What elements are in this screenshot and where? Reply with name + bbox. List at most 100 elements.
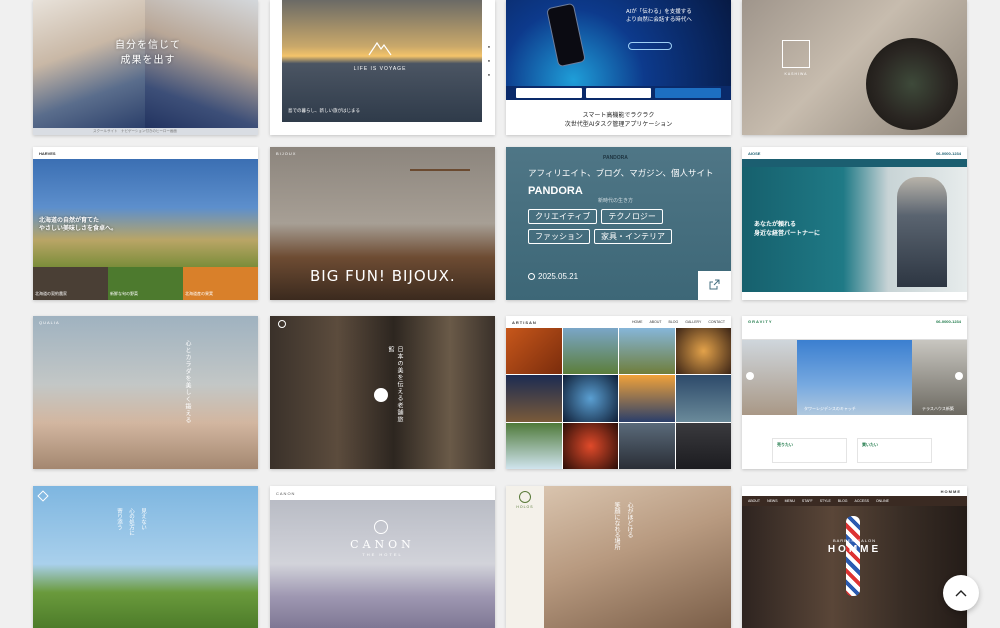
template-card-bijoux[interactable]: BIJOUX BIG FUN! BIJOUX. [270, 147, 495, 300]
template-card-aiose[interactable]: AIOSE 06-0000-1234 あなたが頼れる 身近な経営パートナーに [742, 147, 967, 300]
gallery-tile[interactable] [562, 422, 618, 469]
gallery-tile[interactable] [562, 328, 618, 375]
vertical-line-1: 見えない [140, 508, 146, 530]
gallery-tile[interactable] [506, 375, 562, 422]
brand-logo: QUALIA [39, 320, 60, 325]
ai-subline-1: スマート高機能でラクラク [582, 113, 655, 119]
brand-logo: HOMME [940, 488, 961, 494]
barber-pole-icon [846, 516, 860, 596]
category-line: アフィリエイト、ブログ、マガジン、個人サイト [528, 168, 714, 178]
logo-line-1: BARBER SALON [832, 538, 877, 543]
site-nav: ARTISAN HOME ABOUT BLOG GALLERY CONTACT [506, 316, 731, 328]
logo-subtext: THE HOTEL [362, 552, 403, 557]
template-card-island[interactable]: LIFE IS VOYAGE 島での暮らし、新しい旅がはじまる ● ● ● [270, 0, 495, 135]
template-card-restaurant[interactable]: KASHIWA [742, 0, 967, 135]
logo-text: CANON [350, 538, 415, 551]
farmer-photo [33, 159, 258, 267]
tag-technology[interactable]: テクノロジー [601, 209, 663, 224]
nav-gallery[interactable]: GALLERY [685, 320, 701, 324]
template-card-qualia[interactable]: QUALIA 心とカラダを美しく鍛える [33, 316, 258, 469]
fitness-photo [33, 316, 258, 469]
nav-blog[interactable]: BLOG [669, 320, 679, 324]
site-subtitle: 新時代の生き方 [598, 198, 634, 204]
clock-icon [528, 273, 535, 280]
gallery-tile[interactable] [619, 375, 675, 422]
nav-home[interactable]: HOME [632, 320, 643, 324]
template-card-ryokan[interactable]: 日本の美を伝える老舗旅館 [270, 316, 495, 469]
brand-logo: PANDORA [603, 155, 628, 161]
scroll-to-top-button[interactable] [943, 575, 979, 611]
holos-logo-icon [519, 491, 531, 503]
product-tile[interactable]: 北海道の契約農家 [33, 267, 108, 300]
template-card-artisan[interactable]: ARTISAN HOME ABOUT BLOG GALLERY CONTACT [506, 316, 731, 469]
gallery-tile[interactable] [619, 422, 675, 469]
ai-feature-tabs[interactable] [506, 86, 731, 100]
template-card-homme[interactable]: HOMME ABOUT NEWS MENU STAFF STYLE BLOG A… [742, 486, 967, 628]
brand-logo: BIJOUX [276, 151, 297, 156]
vertical-line-3: 寄り添う [116, 508, 122, 530]
nav-style[interactable]: STYLE [820, 499, 831, 503]
gallery-tile[interactable] [675, 422, 731, 469]
wall-shelf [410, 169, 470, 171]
gallery-tile[interactable] [675, 328, 731, 375]
nav-access[interactable]: ACCESS [855, 499, 869, 503]
nav-blog[interactable]: BLOG [838, 499, 848, 503]
nav-staff[interactable]: STAFF [802, 499, 813, 503]
buy-section[interactable]: 買いたい [857, 438, 932, 463]
nav-online[interactable]: ONLINE [876, 499, 889, 503]
slider-next-icon[interactable] [955, 372, 963, 380]
hero-caption: 島での暮らし、新しい旅がはじまる [288, 108, 360, 113]
site-nav: AIOSE 06-0000-1234 [742, 147, 967, 159]
template-card-ai-app[interactable]: AIが「伝わる」を支援する より自然に会話する時代へ スマート高機能でラクラク … [506, 0, 731, 135]
gallery-tile[interactable] [506, 328, 562, 375]
menu-bar [742, 159, 967, 167]
site-nav: HARVES [33, 147, 258, 159]
noodle-bowl-photo [866, 38, 958, 130]
gallery-tile[interactable] [506, 422, 562, 469]
brand-logo: HARVES [39, 150, 56, 156]
hero-headline-2: やさしい美味しさを食卓へ。 [39, 226, 118, 232]
nav-news[interactable]: NEWS [767, 499, 778, 503]
crown-logo-icon [374, 520, 388, 534]
nav-menu[interactable]: MENU [785, 499, 795, 503]
logo-frame-icon [782, 40, 810, 68]
hero-headline: BIG FUN! BIJOUX. [310, 267, 456, 285]
nav-contact[interactable]: CONTACT [708, 320, 725, 324]
template-card-clinic[interactable]: 見えない 心の処方に 寄り添う [33, 486, 258, 628]
gallery-tile[interactable] [562, 375, 618, 422]
slider-prev-icon[interactable] [746, 372, 754, 380]
template-card-gravity[interactable]: GRAVITY 06-0000-1234 タワーレジデンスのキャッチ テラスハウ… [742, 316, 967, 469]
hero-headline-1: 北海道の自然が育てた [39, 218, 100, 224]
ai-subline-2: 次世代型AIタスク管理アプリケーション [564, 122, 673, 128]
gallery-grid [506, 328, 731, 469]
template-card-pandora[interactable]: PANDORA アフィリエイト、ブログ、マガジン、個人サイト PANDORA 新… [506, 147, 731, 300]
ai-cta-button[interactable] [628, 42, 672, 50]
tower-photo [797, 340, 912, 415]
menu-bar [742, 326, 967, 340]
vertical-line-2: 心の処方に [128, 508, 134, 536]
nav-about[interactable]: ABOUT [748, 499, 760, 503]
template-card-holos[interactable]: HOLOS 心がほどける 笑顔になれる場所 [506, 486, 731, 628]
hero-headline-1: 自分を信じて [115, 40, 181, 51]
template-card-canon[interactable]: CANON CANON THE HOTEL [270, 486, 495, 628]
brand-logo: GRAVITY [748, 318, 773, 324]
product-tile[interactable]: 新鮮な旬の野菜 [108, 267, 183, 300]
ai-headline-2: より自然に会話する時代へ [626, 17, 692, 23]
tag-creative[interactable]: クリエイティブ [528, 209, 598, 224]
nav-about[interactable]: ABOUT [649, 320, 661, 324]
card-caption: スクールサイト ナビゲーション付きのヒーロー画面 [93, 129, 177, 133]
external-link-icon [709, 277, 720, 295]
external-link-button[interactable] [698, 271, 731, 300]
template-card-harves[interactable]: HARVES 北海道の自然が育てた やさしい美味しさを食卓へ。 北海道の契約農家… [33, 147, 258, 300]
tag-fashion[interactable]: ファッション [528, 229, 590, 244]
gallery-tile[interactable] [619, 328, 675, 375]
sell-section[interactable]: 売りたい [772, 438, 847, 463]
ai-headline-1: AIが「伝わる」を支援する [626, 9, 692, 15]
template-card-school[interactable]: 自分を信じて 成果を出す スクールサイト ナビゲーション付きのヒーロー画面 [33, 0, 258, 135]
gallery-tile[interactable] [675, 375, 731, 422]
chevron-up-icon [955, 584, 967, 602]
product-tile[interactable]: 北海道産の果実 [183, 267, 258, 300]
tag-furniture[interactable]: 家具・インテリア [594, 229, 672, 244]
hero-headline-1: あなたが頼れる [754, 222, 797, 228]
consultant-photo [897, 177, 947, 287]
